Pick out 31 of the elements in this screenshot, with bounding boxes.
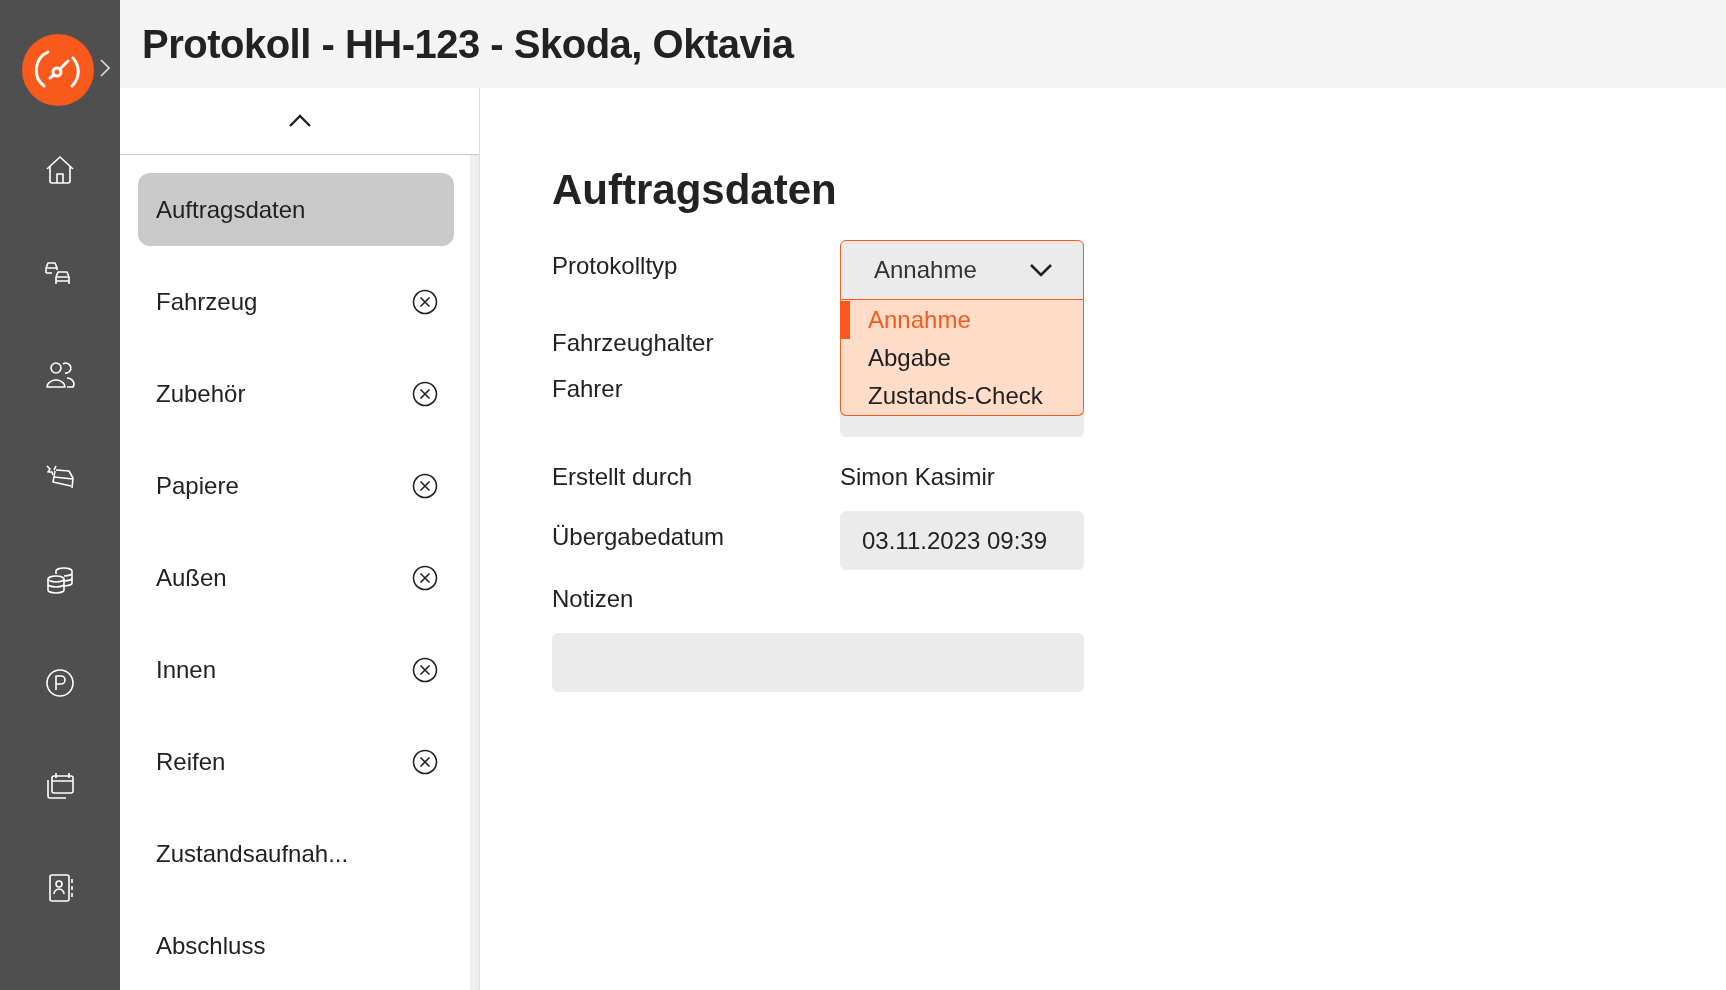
nav-item[interactable]: Fahrzeug [138,265,454,338]
scrollbar[interactable] [470,155,479,990]
nav-item[interactable]: Zubehör [138,357,454,430]
dropdown-option[interactable]: Zustands-Check [841,377,1083,415]
section-heading: Auftragsdaten [552,166,838,215]
nav-item[interactable]: Zustandsaufnah... [138,817,454,890]
chevron-down-icon [1029,263,1053,277]
coins-icon[interactable] [44,564,76,596]
field-value: Simon Kasimir [840,462,995,491]
speedometer-logo-icon[interactable] [22,34,94,106]
date-field[interactable]: 03.11.2023 09:39 [840,511,1084,570]
field-label: Übergabedatum [552,522,726,551]
field-label: Fahrzeughalter [552,328,715,357]
nav-item[interactable]: Innen [138,633,454,706]
dropdown-option[interactable]: Abgabe [841,339,1083,377]
nav-item[interactable]: Abschluss [138,909,454,982]
parking-icon[interactable] [44,666,76,699]
nav-item[interactable]: Reifen [138,725,454,798]
people-icon[interactable] [44,359,76,391]
chevron-up-icon[interactable] [287,114,312,128]
field-label: Fahrer [552,375,624,403]
nav-item[interactable]: Auftragsdaten [138,173,454,246]
field-label: Erstellt durch [552,462,694,491]
protocol-type-dropdown[interactable]: Annahme [840,240,1084,300]
nav-item[interactable]: Außen [138,541,454,614]
field-label: Protokolltyp [552,251,679,280]
nav-item[interactable]: Papiere [138,449,454,522]
page-title: Protokoll - HH-123 - Skoda, Oktavia [142,21,794,67]
chevron-right-icon[interactable] [100,59,110,77]
field-label: Notizen [552,585,635,613]
home-icon[interactable] [44,154,76,186]
